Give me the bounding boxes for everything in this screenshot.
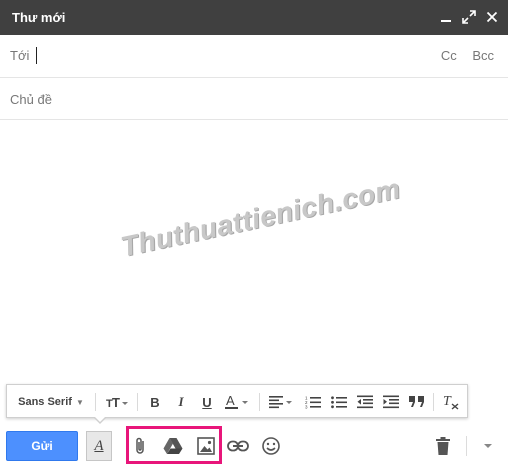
remove-formatting-icon[interactable]: T <box>439 385 463 419</box>
to-field-row[interactable]: Tới Cc Bcc <box>0 36 508 78</box>
minimize-icon[interactable] <box>438 9 454 25</box>
svg-text:T: T <box>112 395 120 409</box>
subject-row <box>0 78 508 120</box>
chevron-down-icon: ▼ <box>75 397 84 407</box>
chevron-down-icon[interactable] <box>476 434 500 458</box>
subject-input[interactable] <box>8 87 492 111</box>
compose-title: Thư mới <box>12 10 66 25</box>
bulleted-list-icon[interactable] <box>327 385 351 419</box>
numbered-list-icon[interactable]: 1 2 3 <box>301 385 325 419</box>
formatting-toolbar: Sans Serif ▼ T T B I U A 1 2 3 T <box>6 384 468 418</box>
indent-less-icon[interactable] <box>353 385 377 419</box>
svg-text:3: 3 <box>305 405 308 410</box>
format-toggle-label: A <box>94 437 104 454</box>
compose-action-bar: Gửi A <box>0 424 508 467</box>
compose-titlebar[interactable]: Thư mới <box>0 0 508 35</box>
highlight-annotation-box <box>126 426 222 464</box>
svg-text:A: A <box>226 394 235 408</box>
quote-icon[interactable] <box>405 385 429 419</box>
bold-icon[interactable]: B <box>143 385 167 419</box>
underline-icon[interactable]: U <box>195 385 219 419</box>
font-family-label: Sans Serif <box>18 396 72 408</box>
text-color-icon[interactable]: A <box>221 385 255 419</box>
align-icon[interactable] <box>265 385 299 419</box>
font-family-select[interactable]: Sans Serif ▼ <box>11 385 91 419</box>
italic-icon[interactable]: I <box>169 385 193 419</box>
popout-icon[interactable] <box>461 9 477 25</box>
bcc-link[interactable]: Bcc <box>472 48 494 63</box>
text-caret <box>36 47 37 64</box>
trash-icon[interactable] <box>431 434 455 458</box>
cc-bcc-links: Cc Bcc <box>429 48 494 63</box>
link-icon[interactable] <box>226 434 250 458</box>
to-label: Tới <box>10 48 30 63</box>
close-icon[interactable] <box>484 9 500 25</box>
svg-text:T: T <box>443 394 452 409</box>
message-body[interactable] <box>0 120 508 382</box>
cc-link[interactable]: Cc <box>441 48 457 63</box>
emoji-icon[interactable] <box>259 434 283 458</box>
indent-more-icon[interactable] <box>379 385 403 419</box>
font-size-icon[interactable]: T T <box>101 385 133 419</box>
send-button[interactable]: Gửi <box>6 431 78 461</box>
formatting-options-toggle[interactable]: A <box>86 431 112 461</box>
